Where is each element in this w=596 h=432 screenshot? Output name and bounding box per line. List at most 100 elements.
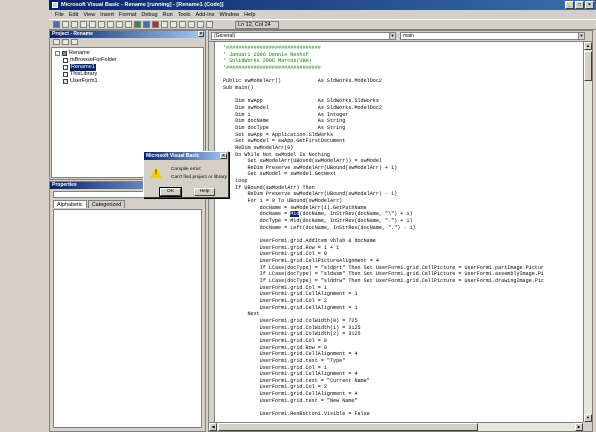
undo-icon[interactable] <box>116 21 123 28</box>
code-line[interactable]: Set swModel = swModel.GetNext <box>223 171 544 178</box>
maximize-button[interactable]: □ <box>575 1 584 9</box>
dialog-close-button[interactable]: × <box>220 153 227 159</box>
tree-item[interactable]: - Rename <box>55 50 200 57</box>
code-line[interactable]: UserForm1.grid.text = "Type" <box>223 358 544 365</box>
insert-module-icon[interactable] <box>62 21 69 28</box>
code-line[interactable]: UserForm1.grid.Col = 2 <box>223 384 544 391</box>
scroll-right-icon[interactable]: ▶ <box>575 423 583 431</box>
code-line[interactable]: UserForm1.grid.CellAlignment = 4 <box>223 391 544 398</box>
menu-format[interactable]: Format <box>119 12 136 18</box>
view-object-icon[interactable] <box>53 21 60 28</box>
code-line[interactable]: If LCase(docType) = "sldprt" Then Set Us… <box>223 265 544 272</box>
code-line[interactable]: UserForm1.grid.CellAlignment = 1 <box>223 305 544 312</box>
code-editor[interactable]: '############################### ' Januar… <box>209 42 583 422</box>
save-icon[interactable] <box>71 21 78 28</box>
code-line[interactable]: Dim docName As String <box>223 118 544 125</box>
break-icon[interactable] <box>143 21 150 28</box>
object-browser-icon[interactable] <box>188 21 195 28</box>
vertical-scrollbar[interactable]: ▲ ▼ <box>583 42 592 422</box>
code-line[interactable]: UserForm1.grid.Row = i + 1 <box>223 245 544 252</box>
code-line[interactable]: UserForm1.grid.ColWidth(2) = 3125 <box>223 331 544 338</box>
menu-edit[interactable]: Edit <box>69 12 78 18</box>
code-line[interactable]: UserForm1.grid.Col = 0 <box>223 251 544 258</box>
code-line[interactable]: Dim swApp As SldWorks.SldWorks <box>223 98 544 105</box>
procedure-combo[interactable]: main ▼ <box>400 32 585 40</box>
tree-item[interactable]: ThisLibrary <box>55 71 200 78</box>
code-line[interactable]: docName = Mid(docName, InStrRev(docName,… <box>223 211 544 218</box>
horizontal-scroll-thumb[interactable] <box>218 423 478 431</box>
menu-window[interactable]: Window <box>220 12 240 18</box>
code-line[interactable] <box>223 72 544 79</box>
chevron-down-icon[interactable]: ▼ <box>389 33 395 39</box>
code-line[interactable] <box>223 231 544 238</box>
selected-token[interactable]: Mid <box>290 211 300 218</box>
code-line[interactable]: Dim docType As String <box>223 125 544 132</box>
code-line[interactable]: UserForm1.grid.CellAlignment = 4 <box>223 351 544 358</box>
properties-grid[interactable] <box>53 209 202 428</box>
menu-tools[interactable]: Tools <box>178 12 191 18</box>
code-line[interactable]: Next <box>223 311 544 318</box>
tab-categorized[interactable]: Categorized <box>87 200 126 208</box>
code-line[interactable]: UserForm1.grid.CellAlignment = 1 <box>223 291 544 298</box>
code-line[interactable]: Do While Not swModel Is Nothing <box>223 152 544 159</box>
code-line[interactable]: Set swModel = swApp.GetFirstDocument <box>223 138 544 145</box>
menu-view[interactable]: View <box>83 12 95 18</box>
toggle-folders-icon[interactable] <box>71 39 78 45</box>
code-line[interactable]: Dim swModel As SldWorks.ModelDoc2 <box>223 105 544 112</box>
project-panel-close-button[interactable]: × <box>198 31 204 37</box>
tree-item[interactable]: Rename1 <box>55 64 200 71</box>
reset-icon[interactable] <box>152 21 159 28</box>
properties-window-icon[interactable] <box>179 21 186 28</box>
code-line[interactable]: ReDim swModelArr(0) <box>223 145 544 152</box>
code-line[interactable]: UserForm1.RenButton1.Visible = False <box>223 411 544 418</box>
code-line[interactable]: UserForm1.grid.ColWidth(1) = 3125 <box>223 325 544 332</box>
code-line[interactable]: UserForm1.grid.text = "New Name" <box>223 398 544 405</box>
code-line[interactable]: ' Januari 2006 Dennis Rexhof <box>223 52 544 59</box>
code-line[interactable]: UserForm1.grid.Col = 2 <box>223 298 544 305</box>
code-line[interactable]: UserForm1.grid.Col = 1 <box>223 285 544 292</box>
paste-icon[interactable] <box>98 21 105 28</box>
design-mode-icon[interactable] <box>161 21 168 28</box>
code-line[interactable]: UserForm1.grid.Row = 0 <box>223 345 544 352</box>
code-line[interactable]: docName = swModelArr(i).GetPathName <box>223 205 544 212</box>
code-line[interactable]: UserForm1.grid.text = "Current Name" <box>223 378 544 385</box>
code-line[interactable]: Dim i As Integer <box>223 112 544 119</box>
find-icon[interactable] <box>107 21 114 28</box>
code-line[interactable]: Public swModelArr() As SldWorks.ModelDoc… <box>223 78 544 85</box>
scroll-up-icon[interactable]: ▲ <box>584 42 592 50</box>
tree-item[interactable]: UserForm1 <box>55 78 200 85</box>
code-line[interactable]: Loop <box>223 178 544 185</box>
code-line[interactable]: If UBound(swModelArr) Then <box>223 185 544 192</box>
chevron-down-icon[interactable]: ▼ <box>578 33 584 39</box>
minimize-button[interactable]: _ <box>565 1 574 9</box>
menu-run[interactable]: Run <box>163 12 173 18</box>
code-line[interactable]: ReDim Preserve swModelArr(UBound(swModel… <box>223 191 544 198</box>
view-code-icon[interactable] <box>53 39 60 45</box>
code-line[interactable]: UserForm1.grid.Col = 0 <box>223 338 544 345</box>
horizontal-scrollbar[interactable]: ◀ ▶ <box>209 422 583 431</box>
toolbox-icon[interactable] <box>197 21 204 28</box>
vertical-scroll-thumb[interactable] <box>584 51 592 81</box>
code-line[interactable]: docType = Mid(docName, InStrRev(docName,… <box>223 218 544 225</box>
code-line[interactable]: For i = 0 To UBound(swModelArr) <box>223 198 544 205</box>
code-text[interactable]: '############################### ' Januar… <box>223 45 544 418</box>
copy-icon[interactable] <box>89 21 96 28</box>
code-line[interactable]: ReDim Preserve swModelArr(UBound(swModel… <box>223 165 544 172</box>
menu-add-ins[interactable]: Add-Ins <box>196 12 215 18</box>
code-line[interactable]: UserForm1.grid.Col = 1 <box>223 365 544 372</box>
code-line[interactable]: '############################### <box>223 65 544 72</box>
menu-help[interactable]: Help <box>244 12 255 18</box>
code-line[interactable]: Sub main() <box>223 85 544 92</box>
close-button[interactable]: × <box>585 1 594 9</box>
object-combo[interactable]: (General) ▼ <box>211 32 396 40</box>
tree-expander-icon[interactable]: - <box>55 51 60 56</box>
code-line[interactable]: Set swModelArr(UBound(swModelArr)) = swM… <box>223 158 544 165</box>
view-object-small-icon[interactable] <box>62 39 69 45</box>
help-icon[interactable] <box>206 21 213 28</box>
code-line[interactable]: If LCase(docType) = "slddrw" Then Set Us… <box>223 278 544 285</box>
cut-icon[interactable] <box>80 21 87 28</box>
redo-icon[interactable] <box>125 21 132 28</box>
code-line[interactable]: ' SolidWorks 2006 Marcos(VBA) <box>223 58 544 65</box>
project-explorer-icon[interactable] <box>170 21 177 28</box>
run-icon[interactable] <box>134 21 141 28</box>
